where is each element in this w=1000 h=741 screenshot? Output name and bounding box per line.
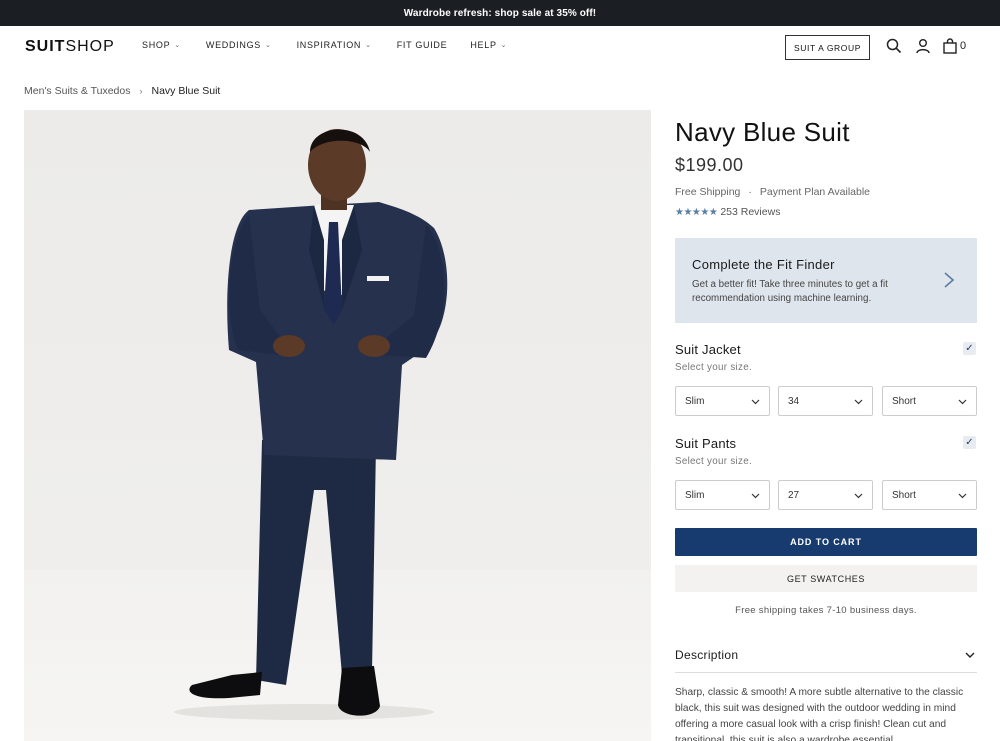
shipping-info: Free Shipping · Payment Plan Available	[675, 186, 870, 198]
main-nav: SHOP ⌄ WEDDINGS ⌄ INSPIRATION ⌄ FIT GUIDE H…	[142, 40, 532, 50]
promo-text: Wardrobe refresh: shop sale at 35% off!	[403, 7, 597, 19]
description-text: Sharp, classic & smooth! A more subtle a…	[675, 687, 964, 741]
nav-fit-guide[interactable]: FIT GUIDE	[397, 40, 448, 50]
logo[interactable]: SUITSHOP	[25, 38, 115, 56]
chevron-down-icon	[854, 493, 863, 499]
chevron-down-icon	[751, 493, 760, 499]
logo-light: SHOP	[65, 38, 115, 55]
pants-size-select[interactable]: 27	[778, 480, 873, 510]
check-icon: ✓	[965, 437, 974, 448]
breadcrumb: Men's Suits & Tuxedos › Navy Blue Suit	[24, 85, 220, 97]
add-to-cart-button[interactable]: ADD TO CART	[675, 528, 977, 556]
get-swatches-button[interactable]: GET SWATCHES	[675, 565, 977, 592]
chevron-down-icon	[965, 652, 975, 658]
nav-label: SHOP	[142, 40, 171, 50]
fit-finder-card[interactable]: Complete the Fit Finder Get a better fit…	[675, 238, 977, 323]
nav-inspiration[interactable]: INSPIRATION ⌄	[297, 40, 372, 50]
fit-finder-description: Get a better fit! Take three minutes to …	[692, 279, 888, 304]
product-title: Navy Blue Suit	[675, 117, 850, 147]
pants-size-hint: Select your size.	[675, 456, 752, 467]
select-value: Slim	[685, 489, 705, 501]
chevron-right-icon[interactable]	[943, 271, 955, 289]
jacket-checkbox[interactable]: ✓	[963, 342, 976, 355]
logo-bold: SUIT	[25, 38, 66, 55]
nav-label: HELP	[470, 40, 497, 50]
select-value: 34	[788, 395, 800, 407]
product-image[interactable]	[24, 110, 651, 741]
nav-label: FIT GUIDE	[396, 40, 448, 50]
chevron-down-icon: ⌄	[500, 42, 508, 49]
jacket-label: Suit Jacket	[675, 342, 741, 357]
pants-fit-select[interactable]: Slim	[675, 480, 770, 510]
payment-plan-link[interactable]: Payment Plan Available	[760, 186, 870, 198]
chevron-down-icon: ⌄	[265, 42, 272, 49]
bag-icon[interactable]	[942, 38, 958, 54]
nav-label: WEDDINGS	[205, 40, 261, 50]
select-value: Short	[892, 395, 916, 407]
fit-finder-title: Complete the Fit Finder	[692, 257, 835, 272]
pants-checkbox[interactable]: ✓	[963, 436, 976, 449]
chevron-down-icon	[958, 493, 967, 499]
account-icon[interactable]	[915, 38, 931, 54]
product-price: $199.00	[675, 155, 744, 175]
promo-banner: Wardrobe refresh: shop sale at 35% off!	[0, 0, 1000, 26]
pants-label: Suit Pants	[675, 436, 737, 451]
breadcrumb-current: Navy Blue Suit	[151, 85, 221, 97]
chevron-down-icon: ⌄	[365, 42, 372, 49]
breadcrumb-parent[interactable]: Men's Suits & Tuxedos	[24, 85, 130, 97]
chevron-down-icon: ⌄	[174, 42, 181, 49]
nav-shop[interactable]: SHOP ⌄	[142, 40, 181, 50]
model-figure	[174, 129, 448, 720]
pants-length-select[interactable]: Short	[882, 480, 977, 510]
chevron-down-icon	[958, 399, 967, 405]
jacket-size-hint: Select your size.	[675, 362, 752, 373]
site-header: SUITSHOP SHOP ⌄ WEDDINGS ⌄ INSPIRATION ⌄ FI…	[0, 26, 1000, 68]
nav-label: INSPIRATION	[296, 40, 362, 50]
description-accordion[interactable]: Description	[675, 640, 977, 673]
nav-weddings[interactable]: WEDDINGS ⌄	[206, 40, 272, 50]
jacket-size-select[interactable]: 34	[778, 386, 873, 416]
suit-a-group-button[interactable]: SUIT A GROUP	[785, 35, 870, 60]
jacket-fit-select[interactable]: Slim	[675, 386, 770, 416]
chevron-down-icon	[751, 399, 760, 405]
check-icon: ✓	[965, 343, 974, 354]
chevron-down-icon	[854, 399, 863, 405]
review-count: 253 Reviews	[720, 206, 781, 218]
select-value: Short	[892, 489, 916, 501]
rating-summary[interactable]: ★★★★★ 253 Reviews	[675, 206, 780, 218]
nav-help[interactable]: HELP ⌄	[470, 40, 507, 50]
chevron-right-icon: ›	[139, 86, 143, 96]
free-shipping-text: Free Shipping	[675, 186, 741, 198]
separator-dot: ·	[748, 186, 752, 198]
select-value: Slim	[685, 395, 705, 407]
shipping-note: Free shipping takes 7-10 business days.	[735, 605, 917, 616]
jacket-length-select[interactable]: Short	[882, 386, 977, 416]
select-value: 27	[788, 489, 800, 501]
description-label: Description	[675, 648, 739, 662]
cart-count[interactable]: 0	[960, 40, 966, 52]
star-rating-icon: ★★★★★	[675, 206, 718, 218]
search-icon[interactable]	[886, 38, 902, 54]
